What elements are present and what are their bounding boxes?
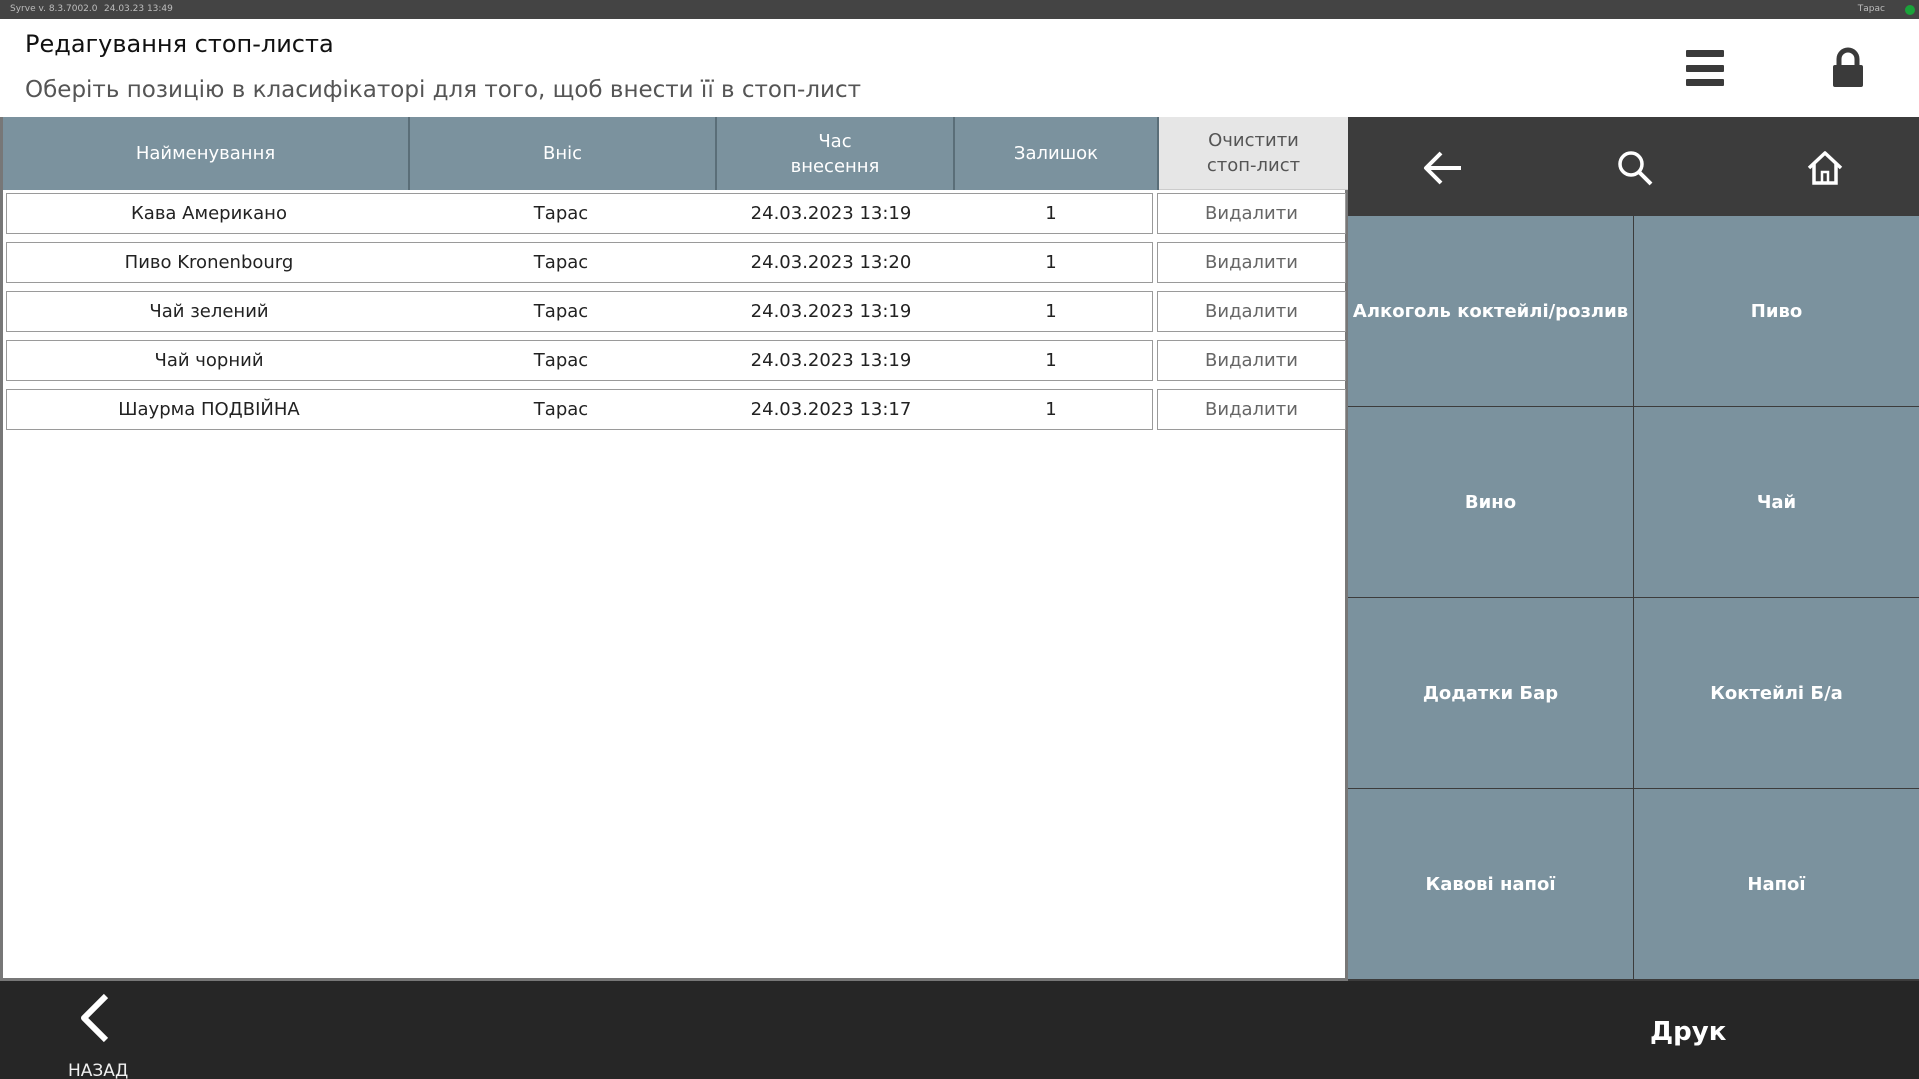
lock-icon[interactable] (1830, 47, 1866, 89)
category-tile[interactable]: Додатки Бар (1348, 598, 1633, 788)
back-button[interactable]: НАЗАД (60, 991, 130, 1079)
cell-time: 24.03.2023 13:20 (750, 252, 912, 273)
current-user: Тарас (1857, 4, 1885, 14)
category-tile[interactable]: Вино (1348, 407, 1633, 597)
table-row: Чай зелений Тарас 24.03.2023 13:19 1 Вид… (6, 291, 1346, 332)
page-header: Редагування стоп-листа Оберіть позицію в… (0, 19, 1919, 117)
cell-name: Чай зелений (149, 301, 269, 322)
table-header: Найменування Вніс Час внесення Залишок О… (3, 117, 1348, 190)
cell-remain: 1 (1045, 350, 1057, 371)
print-button[interactable]: Друк (1650, 1017, 1726, 1047)
table-row: Пиво Kronenbourg Тарас 24.03.2023 13:20 … (6, 242, 1346, 283)
clear-stop-list-button[interactable]: Очистити стоп-лист (1159, 117, 1348, 190)
cell-added-by: Тарас (533, 301, 589, 322)
table-row-cells[interactable]: Кава Американо Тарас 24.03.2023 13:19 1 (6, 193, 1153, 234)
cell-remain: 1 (1045, 252, 1057, 273)
category-tile[interactable]: Алкоголь коктейлі/розлив (1348, 216, 1633, 406)
cell-added-by: Тарас (533, 399, 589, 420)
table-row: Чай чорний Тарас 24.03.2023 13:19 1 Вида… (6, 340, 1346, 381)
category-tile[interactable]: Кавові напої (1348, 789, 1633, 979)
cell-name: Чай чорний (154, 350, 264, 371)
home-icon[interactable] (1800, 143, 1850, 193)
menu-icon[interactable] (1686, 49, 1724, 87)
stop-list-table: Найменування Вніс Час внесення Залишок О… (0, 117, 1348, 981)
system-datetime: 24.03.23 13:49 (104, 4, 173, 14)
category-grid: Алкоголь коктейлі/розлив Пиво Вино Чай Д… (1348, 216, 1919, 981)
classifier-nav-bar (1348, 117, 1919, 216)
classifier-panel: Алкоголь коктейлі/розлив Пиво Вино Чай Д… (1348, 117, 1919, 981)
category-tile[interactable]: Напої (1634, 789, 1919, 979)
cell-time: 24.03.2023 13:19 (750, 301, 912, 322)
cell-time: 24.03.2023 13:17 (750, 399, 912, 420)
delete-button[interactable]: Видалити (1157, 389, 1346, 430)
table-row: Кава Американо Тарас 24.03.2023 13:19 1 … (6, 193, 1346, 234)
cell-name: Кава Американо (131, 203, 287, 224)
delete-button[interactable]: Видалити (1157, 193, 1346, 234)
cell-added-by: Тарас (533, 252, 589, 273)
footer-bar: НАЗАД Друк (0, 981, 1919, 1079)
cell-remain: 1 (1045, 203, 1057, 224)
cell-time: 24.03.2023 13:19 (750, 350, 912, 371)
table-row: Шаурма ПОДВІЙНА Тарас 24.03.2023 13:17 1… (6, 389, 1346, 430)
page-subtitle: Оберіть позицію в класифікаторі для того… (25, 77, 862, 103)
back-button-label: НАЗАД (68, 1061, 129, 1079)
category-tile[interactable]: Коктейлі Б/а (1634, 598, 1919, 788)
column-header-name: Найменування (3, 117, 410, 190)
delete-button[interactable]: Видалити (1157, 242, 1346, 283)
delete-button[interactable]: Видалити (1157, 340, 1346, 381)
cell-remain: 1 (1045, 301, 1057, 322)
cell-name: Шаурма ПОДВІЙНА (118, 399, 300, 420)
delete-button[interactable]: Видалити (1157, 291, 1346, 332)
table-row-cells[interactable]: Чай зелений Тарас 24.03.2023 13:19 1 (6, 291, 1153, 332)
table-body: Кава Американо Тарас 24.03.2023 13:19 1 … (6, 193, 1346, 438)
category-tile[interactable]: Пиво (1634, 216, 1919, 406)
cell-remain: 1 (1045, 399, 1057, 420)
system-status-bar: Syrve v. 8.3.7002.0 24.03.23 13:49 Тарас (0, 0, 1919, 19)
category-tile[interactable]: Чай (1634, 407, 1919, 597)
cell-added-by: Тарас (533, 350, 589, 371)
table-row-cells[interactable]: Чай чорний Тарас 24.03.2023 13:19 1 (6, 340, 1153, 381)
cell-time: 24.03.2023 13:19 (750, 203, 912, 224)
cell-name: Пиво Kronenbourg (124, 252, 294, 273)
column-header-remain: Залишок (955, 117, 1159, 190)
connection-status-icon (1905, 5, 1915, 15)
cell-added-by: Тарас (533, 203, 589, 224)
page-title: Редагування стоп-листа (25, 30, 334, 58)
search-icon[interactable] (1610, 143, 1660, 193)
column-header-time: Час внесення (717, 117, 955, 190)
table-row-cells[interactable]: Пиво Kronenbourg Тарас 24.03.2023 13:20 … (6, 242, 1153, 283)
back-arrow-icon[interactable] (1418, 143, 1468, 193)
table-row-cells[interactable]: Шаурма ПОДВІЙНА Тарас 24.03.2023 13:17 1 (6, 389, 1153, 430)
chevron-left-icon (81, 993, 109, 1043)
column-header-added-by: Вніс (410, 117, 717, 190)
app-version: Syrve v. 8.3.7002.0 (10, 4, 98, 14)
